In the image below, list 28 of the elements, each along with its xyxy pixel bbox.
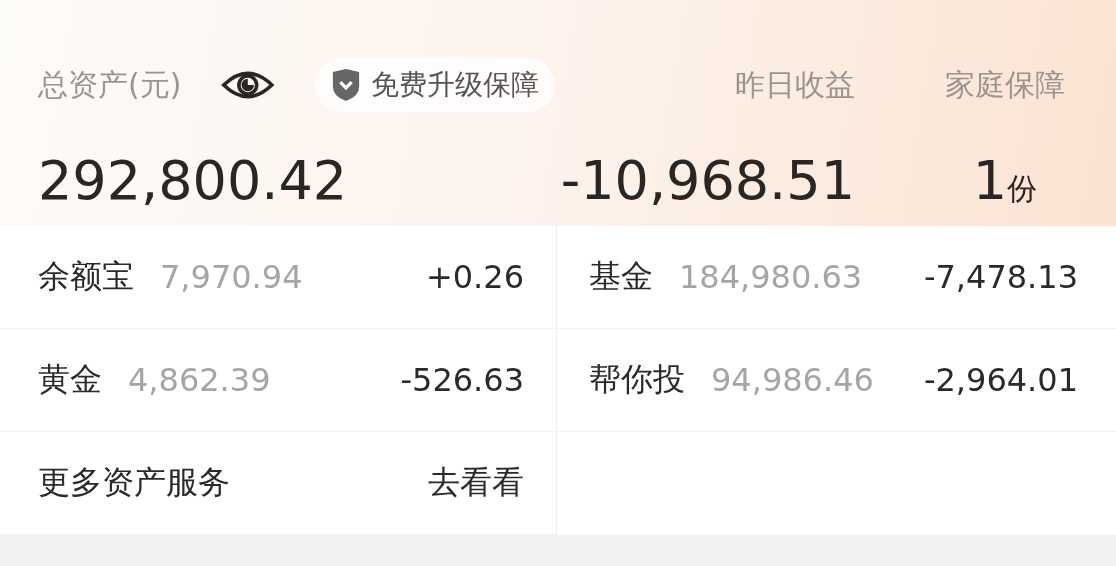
asset-amount: 184,980.63	[679, 258, 864, 296]
total-assets-value: 292,800.42	[38, 148, 349, 212]
asset-name: 基金	[589, 256, 653, 297]
asset-name: 帮你投	[589, 359, 685, 400]
family-protection-label: 家庭保障	[944, 65, 1066, 104]
asset-name: 余额宝	[38, 256, 134, 297]
view-link[interactable]: 去看看	[428, 461, 524, 505]
family-protection-unit: 份	[1007, 170, 1038, 208]
asset-change: -7,478.13	[923, 258, 1078, 296]
shield-icon	[331, 68, 361, 103]
asset-row[interactable]: 基金 184,980.63 -7,478.13	[557, 226, 1116, 329]
asset-row[interactable]: 帮你投 94,986.46 -2,964.01	[557, 329, 1116, 432]
asset-amount: 4,862.39	[128, 361, 272, 399]
asset-name: 黄金	[38, 359, 102, 400]
asset-change: -2,964.01	[923, 361, 1078, 399]
yesterday-earnings-label: 昨日收益	[735, 65, 855, 104]
asset-amount: 94,986.46	[711, 361, 875, 399]
family-protection-count: 1	[972, 148, 1008, 212]
more-services-label: 更多资产服务	[38, 462, 231, 503]
more-services-row[interactable]: 更多资产服务 去看看	[0, 432, 557, 535]
asset-row[interactable]: 黄金 4,862.39 -526.63	[0, 329, 557, 432]
yesterday-earnings-value: -10,968.51	[560, 148, 855, 212]
promo-badge[interactable]: 免费升级保障	[315, 58, 555, 113]
asset-change: -526.63	[400, 361, 524, 399]
asset-row[interactable]: 余额宝 7,970.94 +0.26	[0, 226, 557, 329]
asset-amount: 7,970.94	[160, 258, 304, 296]
asset-change: +0.26	[425, 258, 524, 296]
total-assets-label: 总资产(元)	[38, 65, 182, 104]
